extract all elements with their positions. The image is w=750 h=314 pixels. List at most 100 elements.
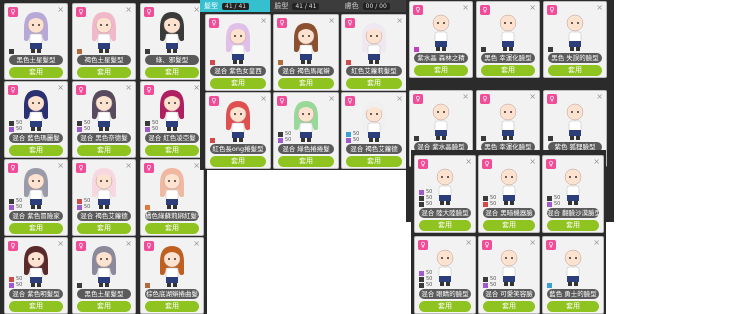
face-card[interactable]: ♀ × 藍色 勇士的臉型 套用 xyxy=(542,236,604,314)
tab-hair[interactable]: 髮型 41 / 41 xyxy=(200,0,271,12)
tab-face[interactable]: 臉型 41 / 41 xyxy=(270,0,340,12)
tab-skin[interactable]: 膚色 00 / 00 xyxy=(341,0,411,12)
apply-button[interactable]: 套用 xyxy=(278,78,334,89)
face-card[interactable]: ♀ × 50 50 混合 可愛笑容臉 套用 xyxy=(478,236,540,314)
hair-card[interactable]: ♀ × 褐色土星髮型 套用 xyxy=(72,3,136,80)
close-icon[interactable]: × xyxy=(465,238,472,247)
apply-button[interactable]: 套用 xyxy=(483,301,535,312)
close-icon[interactable]: × xyxy=(57,161,64,170)
close-icon[interactable]: × xyxy=(593,157,600,166)
close-icon[interactable]: × xyxy=(260,16,267,25)
face-card[interactable]: ♀ × 50 50 50 混合 陸大陸臉型 套用 xyxy=(414,155,476,233)
close-icon[interactable]: × xyxy=(529,238,536,247)
face-card[interactable]: ♀ × 黑色 失誤的臉型 套用 xyxy=(543,1,607,78)
close-icon[interactable]: × xyxy=(596,92,603,101)
color-chip xyxy=(145,126,150,132)
hair-card[interactable]: ♀ × 橘色綠蘇莉綁紅髮型 套用 xyxy=(140,159,204,236)
face-card[interactable]: ♀ × 50 50 50 混合 眼睛的臉型 套用 xyxy=(414,236,476,314)
face-card[interactable]: ♀ × 50 50 混合 翻臉沙漠臉型 套用 xyxy=(542,155,604,233)
hair-card[interactable]: ♀ × 50 50 混合 紫色明髮型 套用 xyxy=(4,237,68,314)
face-card[interactable]: ♀ × 紫水晶 森林之精 套用 xyxy=(409,1,473,78)
apply-button[interactable]: 套用 xyxy=(77,67,131,78)
apply-button[interactable]: 套用 xyxy=(547,301,599,312)
apply-button[interactable]: 套用 xyxy=(145,301,199,312)
apply-button[interactable]: 套用 xyxy=(481,65,535,76)
hair-card[interactable]: ♀ × 黑色土星髮型 套用 xyxy=(4,3,68,80)
close-icon[interactable]: × xyxy=(465,157,472,166)
hair-card[interactable]: ♀ × 50 50 混合 綠色捲捲髮 套用 xyxy=(273,92,339,169)
close-icon[interactable]: × xyxy=(125,5,132,14)
color-swatches: 50 50 xyxy=(9,276,22,288)
hair-card[interactable]: ♀ × 棕色底湖辮捲曲髮 套用 xyxy=(140,237,204,314)
hair-card[interactable]: ♀ × 50 50 混合 紅色凌亞髮 套用 xyxy=(140,81,204,158)
close-icon[interactable]: × xyxy=(529,3,536,12)
hair-card[interactable]: ♀ × 紅色長ong捲髮型 套用 xyxy=(205,92,271,169)
apply-button[interactable]: 套用 xyxy=(419,301,471,312)
close-icon[interactable]: × xyxy=(125,239,132,248)
hair-card[interactable]: ♀ × 50 50 混合 紫色冒險家 套用 xyxy=(4,159,68,236)
close-icon[interactable]: × xyxy=(462,3,469,12)
close-icon[interactable]: × xyxy=(57,83,64,92)
apply-button[interactable]: 套用 xyxy=(77,145,131,156)
color-chip xyxy=(481,135,486,141)
hair-card[interactable]: ♀ × 50 50 混合 藍色瑪麗髮 套用 xyxy=(4,81,68,158)
apply-button[interactable]: 套用 xyxy=(483,220,535,231)
close-icon[interactable]: × xyxy=(125,83,132,92)
apply-button[interactable]: 套用 xyxy=(414,65,468,76)
tab-skin-label: 膚色 xyxy=(344,2,359,10)
close-icon[interactable]: × xyxy=(328,94,335,103)
apply-button[interactable]: 套用 xyxy=(548,65,602,76)
close-icon[interactable]: × xyxy=(529,92,536,101)
character-preview xyxy=(221,99,255,145)
close-icon[interactable]: × xyxy=(193,161,200,170)
hair-card[interactable]: ♀ × 混合 褐色馬尾辮 套用 xyxy=(273,14,339,91)
hair-card[interactable]: ♀ × 黑色土星髮型 套用 xyxy=(72,237,136,314)
color-swatch: 50 xyxy=(483,201,496,207)
character-preview xyxy=(424,8,458,54)
close-icon[interactable]: × xyxy=(125,161,132,170)
close-icon[interactable]: × xyxy=(396,16,403,25)
face-card[interactable]: ♀ × 黑色 幸運化臉型套用 xyxy=(476,1,540,78)
apply-button[interactable]: 套用 xyxy=(77,301,131,312)
close-icon[interactable]: × xyxy=(593,238,600,247)
apply-button[interactable]: 套用 xyxy=(145,223,199,234)
hair-card[interactable]: ♀ × 混合 紫色女皇西 套用 xyxy=(205,14,271,91)
hair-card[interactable]: ♀ × 50 50 混合 黑色奈德髮 套用 xyxy=(72,81,136,158)
close-icon[interactable]: × xyxy=(193,5,200,14)
close-icon[interactable]: × xyxy=(193,83,200,92)
apply-button[interactable]: 套用 xyxy=(9,145,63,156)
color-swatches: 50 50 xyxy=(346,131,359,143)
apply-button[interactable]: 套用 xyxy=(210,156,266,167)
face-card[interactable]: ♀ × 50 50 混合 黑暗機器臉 套用 xyxy=(478,155,540,233)
close-icon[interactable]: × xyxy=(57,5,64,14)
apply-button[interactable]: 套用 xyxy=(547,220,599,231)
close-icon[interactable]: × xyxy=(328,16,335,25)
hair-card[interactable]: ♀ × 綠、邪髮型 套用 xyxy=(140,3,204,80)
close-icon[interactable]: × xyxy=(57,239,64,248)
apply-button[interactable]: 套用 xyxy=(145,67,199,78)
hair-card[interactable]: ♀ × 50 50 混合 褐色艾蘿德 套用 xyxy=(341,92,407,169)
apply-button[interactable]: 套用 xyxy=(9,67,63,78)
close-icon[interactable]: × xyxy=(193,239,200,248)
hair-preview-icon xyxy=(160,90,184,131)
apply-button[interactable]: 套用 xyxy=(9,223,63,234)
close-icon[interactable]: × xyxy=(260,94,267,103)
apply-button[interactable]: 套用 xyxy=(419,220,471,231)
face-preview-icon xyxy=(436,168,454,205)
apply-button[interactable]: 套用 xyxy=(77,223,131,234)
hair-card[interactable]: ♀ × 50 50 混合 褐色艾蘿德 套用 xyxy=(72,159,136,236)
apply-button[interactable]: 套用 xyxy=(278,156,334,167)
apply-button[interactable]: 套用 xyxy=(145,145,199,156)
close-icon[interactable]: × xyxy=(596,3,603,12)
close-icon[interactable]: × xyxy=(529,157,536,166)
apply-button[interactable]: 套用 xyxy=(9,301,63,312)
hair-preview-icon xyxy=(24,168,48,209)
hair-card[interactable]: ♀ × 紅色艾蘿莉髮型 套用 xyxy=(341,14,407,91)
apply-button[interactable]: 套用 xyxy=(346,156,402,167)
apply-button[interactable]: 套用 xyxy=(210,78,266,89)
close-icon[interactable]: × xyxy=(462,92,469,101)
female-gender-icon: ♀ xyxy=(482,159,492,169)
apply-button[interactable]: 套用 xyxy=(346,78,402,89)
color-swatch xyxy=(210,59,215,65)
close-icon[interactable]: × xyxy=(396,94,403,103)
